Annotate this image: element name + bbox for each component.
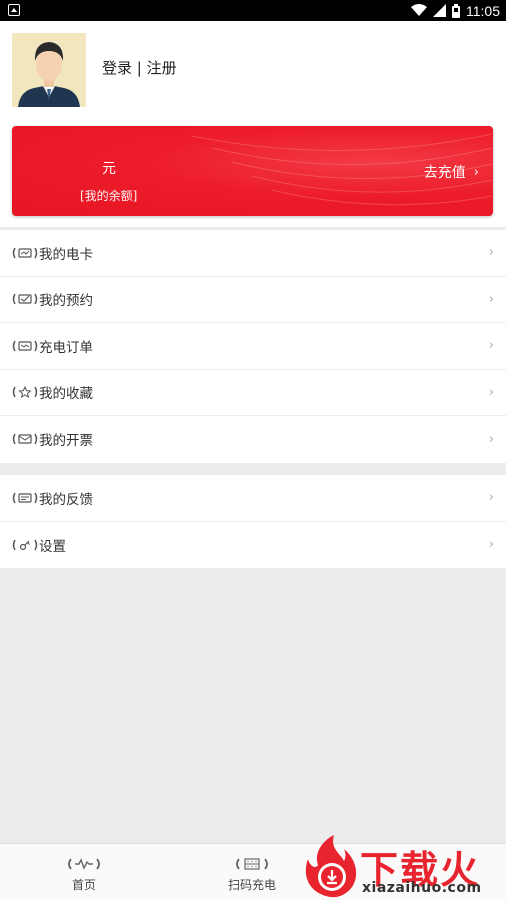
scan-icon [236,858,268,870]
menu-group-account: 我的电卡 › 我的预约 › 充电订单 › 我的收藏 › 我的开票 › [0,230,506,463]
chevron-right-icon: › [488,384,494,400]
menu-item-label: 我的开票 [39,433,93,450]
status-time: 11:05 [466,2,500,19]
chevron-right-icon: › [473,164,479,180]
login-register-link[interactable]: 登录 | 注册 [102,57,177,78]
balance-unit: 元 [102,161,116,177]
home-icon [68,858,100,870]
status-icons: 11:05 [411,0,500,21]
recharge-label: 去充值 [423,165,466,181]
reservation-icon [12,293,38,305]
star-icon [12,386,38,399]
menu-item-label: 我的反馈 [39,491,93,508]
chevron-right-icon: › [488,431,494,447]
notification-icon [8,4,20,16]
signal-icon [433,4,446,17]
menu-item-favorites[interactable]: 我的收藏 › [0,370,506,416]
chevron-right-icon: › [488,537,494,553]
main-content: 登录 | 注册 元 [我的余额] 去充值 › 我的电卡 › 我的预约 › 充电订… [0,21,506,843]
menu-item-settings[interactable]: 设置 › [0,522,506,569]
menu-item-label: 我的收藏 [39,386,93,403]
chevron-right-icon: › [488,490,494,506]
menu-item-label: 我的电卡 [39,246,93,263]
chevron-right-icon: › [488,338,494,354]
profile-header: 登录 | 注册 元 [我的余额] 去充值 › [0,21,506,227]
menu-item-label: 我的预约 [39,293,93,310]
recharge-button[interactable]: 去充值 › [424,162,479,182]
menu-group-other: 我的反馈 › 设置 › [0,475,506,568]
menu-item-feedback[interactable]: 我的反馈 › [0,475,506,522]
chevron-right-icon: › [488,291,494,307]
order-icon [12,340,38,352]
tab-label: 首页 [71,878,96,892]
menu-item-my-reservation[interactable]: 我的预约 › [0,277,506,323]
menu-item-label: 充电订单 [39,339,93,356]
user-avatar-icon[interactable] [12,33,86,107]
menu-item-invoice[interactable]: 我的开票 › [0,416,506,463]
site-watermark: 下载火 xiazaihuo.com [298,833,506,900]
balance-label: [我的余额] [80,189,138,203]
menu-item-charging-orders[interactable]: 充电订单 › [0,323,506,370]
balance-card: 元 [我的余额] 去充值 › [12,126,493,216]
flame-logo-icon [305,835,357,898]
status-bar: 11:05 [0,0,506,21]
menu-item-my-card[interactable]: 我的电卡 › [0,230,506,277]
chevron-right-icon: › [488,245,494,261]
wifi-icon [411,4,427,16]
settings-icon [12,539,38,551]
tab-home[interactable]: 首页 [0,844,168,900]
card-icon [12,247,38,259]
watermark-subtitle: xiazaihuo.com [362,880,482,896]
battery-icon [452,3,460,18]
invoice-icon [12,433,38,445]
feedback-icon [12,492,38,504]
menu-item-label: 设置 [39,538,66,555]
